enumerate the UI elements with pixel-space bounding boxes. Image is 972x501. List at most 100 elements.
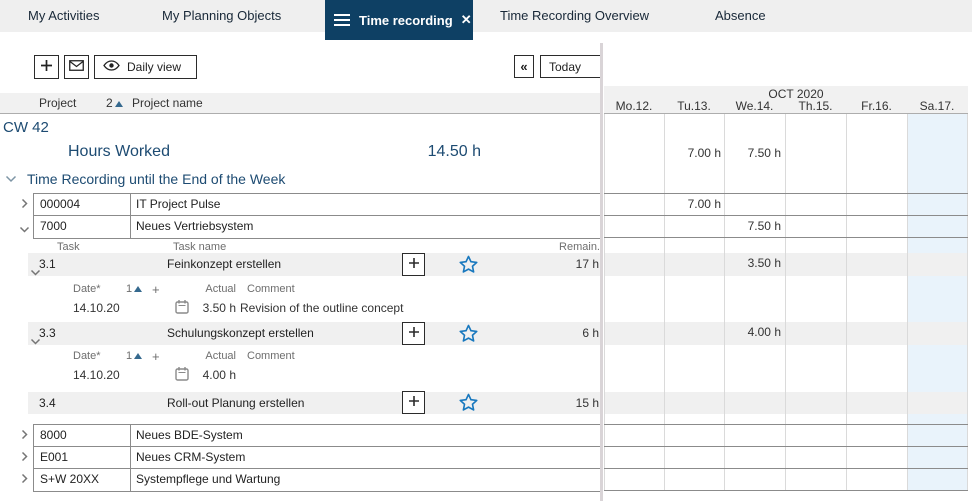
grid-row-border <box>604 490 968 491</box>
entry-actual[interactable]: 4.00 h <box>186 368 236 382</box>
task-id: 3.1 <box>39 253 56 276</box>
tab-time-recording-overview[interactable]: Time Recording Overview <box>500 0 649 32</box>
task-name: Schulungskonzept erstellen <box>167 322 314 345</box>
task-id: 3.3 <box>39 322 56 345</box>
table-row[interactable]: 8000 Neues BDE-System <box>34 425 600 447</box>
project-name: IT Project Pulse <box>131 194 600 215</box>
chevron-right-icon <box>21 198 28 212</box>
sort-order-number: 2 <box>106 96 113 110</box>
column-header-task-name[interactable]: Task name <box>173 241 226 253</box>
sort-order-number: 1 <box>126 350 132 362</box>
column-header-date[interactable]: Date* <box>73 350 101 362</box>
grid-line <box>907 114 908 491</box>
entry-date[interactable]: 14.10.20 <box>73 368 120 382</box>
project-code: 7000 <box>34 216 131 238</box>
task-row-3-1[interactable]: 3.1 Feinkonzept erstellen 17 h <box>28 253 601 276</box>
project-code: S+W 20XX <box>34 469 131 491</box>
expander-project-7000[interactable] <box>19 222 30 236</box>
expander-project-8000[interactable] <box>21 429 28 443</box>
task-remain: 17 h <box>539 253 599 276</box>
expander-project-e001[interactable] <box>21 451 28 465</box>
task-row-grid-band <box>604 392 968 414</box>
sort-indicator-project[interactable]: 2 <box>106 96 123 110</box>
favorite-star-icon[interactable] <box>459 324 478 345</box>
grid-line <box>664 114 665 491</box>
add-entry-button[interactable] <box>402 322 425 345</box>
task-row-grid-band <box>604 322 968 345</box>
panel-splitter[interactable] <box>600 43 603 501</box>
add-entry-row-button[interactable]: + <box>152 349 160 364</box>
entry-actual[interactable]: 3.50 h <box>186 301 236 315</box>
day-header-fr: Fr.16. <box>846 99 907 113</box>
column-header-comment[interactable]: Comment <box>247 283 295 295</box>
project-name: Neues BDE-System <box>131 425 600 446</box>
envelope-icon <box>69 60 84 74</box>
grid-row-border <box>604 215 968 216</box>
grid-row-border <box>604 424 968 425</box>
tab-absence[interactable]: Absence <box>715 0 766 32</box>
sort-indicator-date[interactable]: 1 <box>126 350 142 362</box>
mail-button[interactable] <box>64 55 89 79</box>
expander-project-sw20xx[interactable] <box>21 473 28 487</box>
section-expander[interactable] <box>5 172 17 186</box>
task-row-3-3[interactable]: 3.3 Schulungskonzept erstellen 6 h <box>28 322 601 345</box>
column-header-project[interactable]: Project <box>39 96 76 110</box>
grid-line <box>785 114 786 491</box>
task-name: Roll-out Planung erstellen <box>167 392 304 414</box>
add-entry-button[interactable] <box>402 391 425 414</box>
today-button[interactable]: Today <box>540 55 601 78</box>
tab-my-activities[interactable]: My Activities <box>28 0 100 32</box>
day-header-tu: Tu.13. <box>664 99 724 113</box>
task-row-3-4[interactable]: 3.4 Roll-out Planung erstellen 15 h <box>28 392 601 414</box>
previous-week-button[interactable]: « <box>514 55 534 78</box>
add-button[interactable] <box>34 55 59 79</box>
chevron-down-icon <box>19 222 30 236</box>
tab-my-planning-objects[interactable]: My Planning Objects <box>162 0 281 32</box>
daily-view-label: Daily view <box>127 60 181 74</box>
close-icon[interactable]: ✕ <box>461 12 472 28</box>
add-entry-button[interactable] <box>402 253 425 276</box>
project-name: Neues CRM-System <box>131 447 600 468</box>
column-header-date[interactable]: Date* <box>73 283 101 295</box>
task-remain: 15 h <box>539 392 599 414</box>
sort-indicator-date[interactable]: 1 <box>126 283 142 295</box>
task-remain: 6 h <box>539 322 599 345</box>
column-header-actual[interactable]: Actual <box>196 283 236 295</box>
tab-time-recording[interactable]: Time recording ✕ <box>325 0 473 40</box>
time-recording-app: My Activities My Planning Objects Time R… <box>0 0 972 501</box>
column-header-project-name[interactable]: Project name <box>132 96 203 110</box>
hours-worked-total: 14.50 h <box>400 143 481 161</box>
table-row[interactable]: 7000 Neues Vertriebsystem <box>34 216 600 238</box>
today-label: Today <box>549 60 581 74</box>
project-table-top: 000004 IT Project Pulse 7000 Neues Vertr… <box>33 193 601 239</box>
daily-view-button[interactable]: Daily view <box>94 55 197 79</box>
grid-line <box>724 114 725 491</box>
menu-icon[interactable] <box>334 11 350 29</box>
day-header-we: We.14. <box>724 99 785 113</box>
expander-project-000004[interactable] <box>21 198 28 212</box>
column-header-comment[interactable]: Comment <box>247 350 295 362</box>
chevron-down-icon <box>5 172 17 186</box>
favorite-star-icon[interactable] <box>459 255 478 276</box>
add-entry-row-button[interactable]: + <box>152 282 160 297</box>
table-row[interactable]: E001 Neues CRM-System <box>34 447 600 469</box>
eye-icon <box>103 60 120 74</box>
favorite-star-icon[interactable] <box>459 393 478 414</box>
table-row[interactable]: S+W 20XX Systempflege und Wartung <box>34 469 600 491</box>
grid-line <box>967 114 968 491</box>
column-header-task[interactable]: Task <box>57 241 80 253</box>
triangle-up-icon <box>134 353 142 359</box>
weekend-column <box>907 114 968 491</box>
column-header-actual[interactable]: Actual <box>196 350 236 362</box>
grid-line <box>604 114 605 491</box>
active-tab-label: Time recording <box>359 13 453 28</box>
column-header-remain[interactable]: Remain. <box>540 241 600 253</box>
entry-date[interactable]: 14.10.20 <box>73 301 120 315</box>
table-row[interactable]: 000004 IT Project Pulse <box>34 194 600 216</box>
entry-comment[interactable]: Revision of the outline concept <box>240 301 403 315</box>
plus-icon <box>408 395 420 410</box>
plus-icon <box>408 326 420 341</box>
calendar-header: OCT 2020 Mo.12. Tu.13. We.14. Th.15. Fr.… <box>604 86 968 114</box>
grid-row-border <box>604 193 968 194</box>
sort-order-number: 1 <box>126 283 132 295</box>
